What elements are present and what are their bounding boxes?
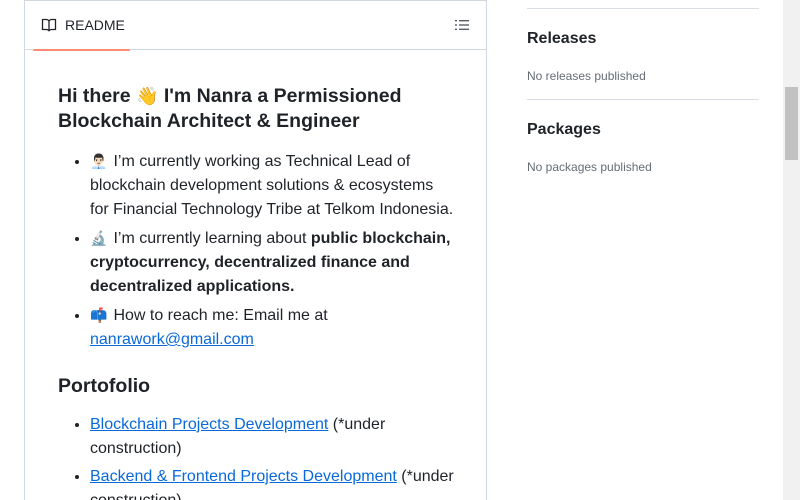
list-outline-icon[interactable] xyxy=(454,17,470,33)
list-item-text: I’m currently working as Technical Lead … xyxy=(90,153,454,218)
packages-title[interactable]: Packages xyxy=(527,120,759,140)
about-list: 👨🏻‍💼I’m currently working as Technical L… xyxy=(58,149,454,352)
list-item: Backend & Frontend Projects Development … xyxy=(90,465,454,500)
list-item-text: How to reach me: Email me at xyxy=(113,307,328,324)
readme-card: README Hi there 👋 I'm Nanra a Permission… xyxy=(24,0,487,500)
backend-frontend-projects-link[interactable]: Backend & Frontend Projects Development xyxy=(90,468,397,485)
scrollbar-thumb[interactable] xyxy=(785,87,798,160)
divider xyxy=(527,99,759,100)
releases-section: Releases No releases published xyxy=(527,29,759,85)
mailbox-emoji: 📫 xyxy=(90,307,108,323)
list-item: 📫 How to reach me: Email me at nanrawork@… xyxy=(90,303,454,352)
intro-heading-prefix: Hi there xyxy=(58,85,131,107)
email-link[interactable]: nanrawork@gmail.com xyxy=(90,331,254,348)
waving-hand-emoji: 👋 xyxy=(136,86,159,106)
book-icon xyxy=(41,18,57,32)
releases-title[interactable]: Releases xyxy=(527,29,759,49)
intro-heading: Hi there 👋 I'm Nanra a Permissioned Bloc… xyxy=(58,84,454,134)
readme-content: Hi there 👋 I'm Nanra a Permissioned Bloc… xyxy=(25,50,486,500)
readme-tab[interactable]: README xyxy=(33,0,130,51)
office-worker-emoji: 👨🏻‍💼 xyxy=(90,153,108,169)
divider xyxy=(527,8,759,9)
portfolio-list: Blockchain Projects Development (*under … xyxy=(58,413,454,500)
page-scrollbar[interactable] xyxy=(783,0,800,500)
list-item-text: I’m currently learning about xyxy=(113,230,311,247)
repository-page: README Hi there 👋 I'm Nanra a Permission… xyxy=(0,0,800,500)
releases-empty-text: No releases published xyxy=(527,69,646,83)
list-item: 👨🏻‍💼I’m currently working as Technical L… xyxy=(90,149,454,222)
list-item: 🔬I’m currently learning about public blo… xyxy=(90,226,454,299)
blockchain-projects-link[interactable]: Blockchain Projects Development xyxy=(90,416,328,433)
packages-section: Packages No packages published xyxy=(527,120,759,176)
list-item: Blockchain Projects Development (*under … xyxy=(90,413,454,461)
packages-empty-text: No packages published xyxy=(527,160,652,174)
microscope-emoji: 🔬 xyxy=(90,230,108,246)
readme-header: README xyxy=(25,0,486,51)
portfolio-heading: Portofolio xyxy=(58,375,151,397)
readme-tab-label: README xyxy=(65,17,125,33)
